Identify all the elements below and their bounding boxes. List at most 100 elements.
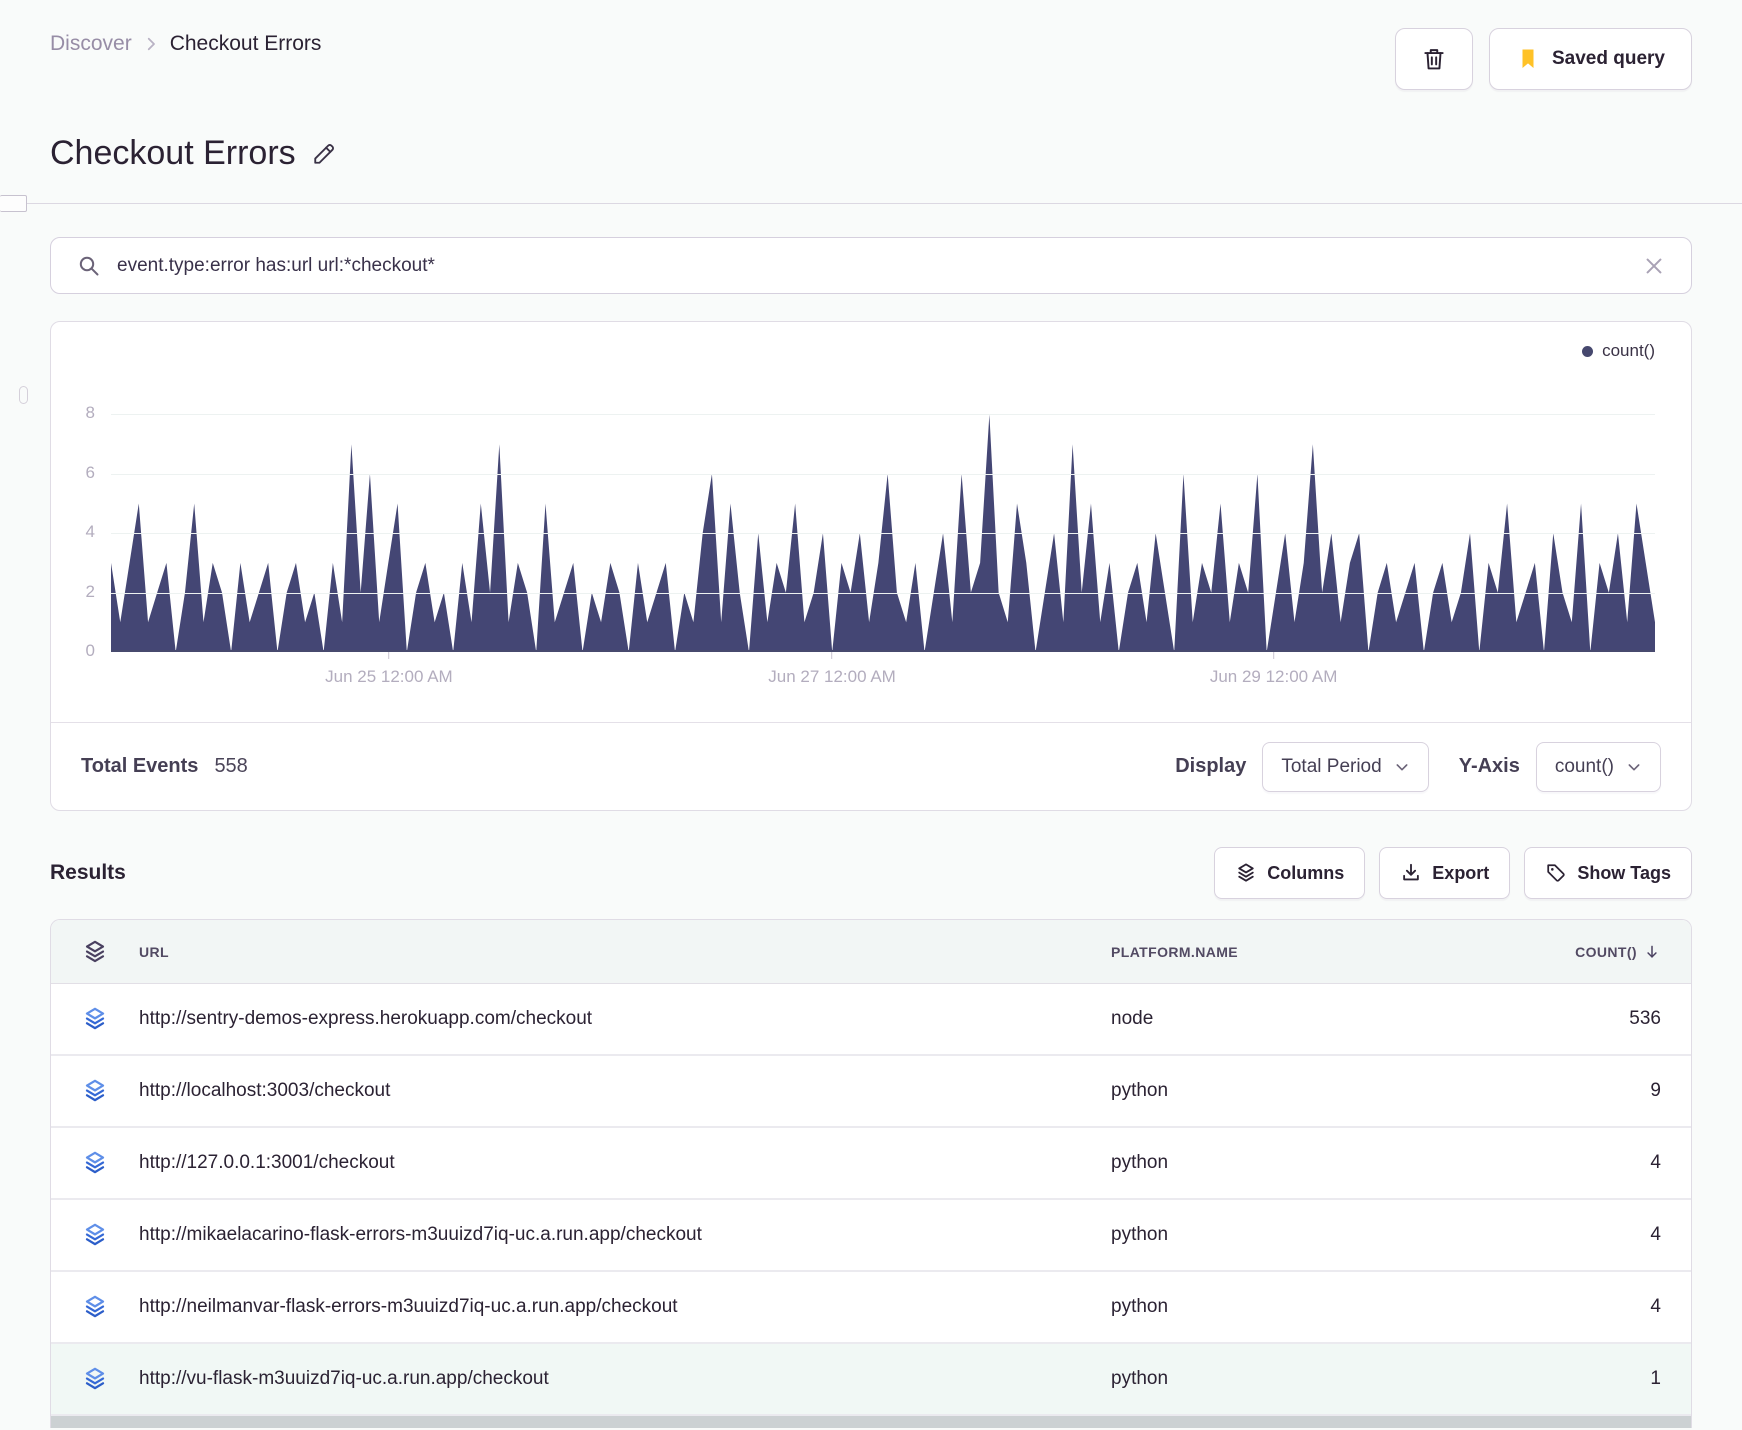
y-axis-tick-label: 8 bbox=[85, 403, 95, 423]
column-header-platform[interactable]: PLATFORM.NAME bbox=[1111, 944, 1471, 960]
saved-query-label: Saved query bbox=[1552, 48, 1665, 69]
legend-label: count() bbox=[1602, 341, 1655, 360]
x-axis-tick: Jun 29 12:00 AM bbox=[1209, 652, 1338, 687]
show-tags-button-label: Show Tags bbox=[1577, 862, 1671, 883]
total-events-value: 558 bbox=[214, 755, 248, 777]
chevron-right-icon bbox=[142, 35, 160, 53]
table-bottom-cutoff-band bbox=[51, 1416, 1691, 1428]
cell-count: 536 bbox=[1629, 1008, 1661, 1029]
search-input[interactable]: event.type:error has:url url:*checkout* bbox=[117, 255, 1627, 277]
cell-count: 4 bbox=[1650, 1296, 1661, 1317]
x-axis-tick-label: Jun 25 12:00 AM bbox=[325, 667, 453, 686]
column-header-count[interactable]: COUNT() bbox=[1575, 943, 1691, 961]
stack-icon bbox=[82, 939, 108, 965]
y-axis-dropdown[interactable]: count() bbox=[1535, 741, 1661, 792]
results-table: URL PLATFORM.NAME COUNT() http://sentry-… bbox=[50, 919, 1692, 1428]
gridline bbox=[111, 473, 1655, 475]
page-header: Discover Checkout Errors Saved query bbox=[50, 0, 1692, 90]
cell-url: http://mikaelacarino-flask-errors-m3uuiz… bbox=[139, 1224, 702, 1245]
table-row: http://mikaelacarino-flask-errors-m3uuiz… bbox=[51, 1200, 1691, 1272]
pencil-icon bbox=[310, 140, 338, 168]
columns-button-label: Columns bbox=[1267, 862, 1345, 883]
event-stack-icon[interactable] bbox=[82, 1078, 108, 1104]
chevron-down-icon bbox=[1626, 759, 1642, 775]
results-heading: Results bbox=[50, 861, 126, 884]
gridline bbox=[111, 592, 1655, 594]
area-series bbox=[111, 414, 1655, 652]
cell-platform: python bbox=[1111, 1296, 1169, 1317]
column-header-url[interactable]: URL bbox=[139, 944, 1111, 960]
cell-count: 9 bbox=[1650, 1080, 1661, 1101]
export-button-label: Export bbox=[1432, 862, 1490, 883]
table-row: http://127.0.0.1:3001/checkout python 4 bbox=[51, 1128, 1691, 1200]
table-body: http://sentry-demos-express.herokuapp.co… bbox=[51, 984, 1691, 1416]
sort-descending-icon bbox=[1643, 943, 1661, 961]
cell-platform: python bbox=[1111, 1152, 1169, 1173]
search-bar: event.type:error has:url url:*checkout* bbox=[50, 237, 1692, 294]
x-axis-labels: Jun 25 12:00 AM Jun 27 12:00 AM Jun 29 12:… bbox=[111, 652, 1655, 704]
cell-url: http://vu-flask-m3uuizd7iq-uc.a.run.app/… bbox=[139, 1368, 549, 1389]
event-stack-icon[interactable] bbox=[82, 1006, 108, 1032]
tick-mark bbox=[388, 652, 390, 659]
delete-query-button[interactable] bbox=[1395, 28, 1473, 90]
table-row: http://localhost:3003/checkout python 9 bbox=[51, 1056, 1691, 1128]
cell-url: http://127.0.0.1:3001/checkout bbox=[139, 1152, 395, 1173]
bookmark-icon bbox=[1516, 47, 1540, 71]
edit-title-button[interactable] bbox=[310, 140, 338, 168]
gridline bbox=[111, 533, 1655, 535]
events-chart: 0 2 4 6 8 bbox=[86, 364, 1655, 660]
breadcrumb-current: Checkout Errors bbox=[169, 32, 322, 55]
display-label: Display bbox=[1175, 755, 1247, 777]
stack-icon bbox=[1235, 862, 1257, 884]
chart-panel: count() 0 2 4 6 8 Jun 25 12:00 AM Jun 27 12:0… bbox=[50, 321, 1692, 811]
y-axis-tick-label: 0 bbox=[85, 641, 95, 660]
display-dropdown[interactable]: Total Period bbox=[1262, 741, 1429, 792]
event-stack-icon[interactable] bbox=[82, 1222, 108, 1248]
clear-search-icon[interactable] bbox=[1643, 255, 1665, 277]
breadcrumb-discover[interactable]: Discover bbox=[50, 32, 132, 56]
table-row: http://vu-flask-m3uuizd7iq-uc.a.run.app/… bbox=[51, 1344, 1691, 1416]
event-stack-icon[interactable] bbox=[82, 1150, 108, 1176]
cell-platform: node bbox=[1111, 1008, 1154, 1029]
table-header-row: URL PLATFORM.NAME COUNT() bbox=[51, 920, 1691, 984]
cell-url: http://localhost:3003/checkout bbox=[139, 1080, 391, 1101]
legend-item-count[interactable]: count() bbox=[1582, 338, 1655, 364]
cell-platform: python bbox=[1111, 1080, 1169, 1101]
x-axis-tick: Jun 25 12:00 AM bbox=[325, 652, 453, 687]
saved-query-button[interactable]: Saved query bbox=[1489, 28, 1692, 90]
chart-footer: Total Events 558 Display Total Period Y-… bbox=[51, 722, 1691, 810]
columns-button[interactable]: Columns bbox=[1214, 847, 1366, 899]
cell-count: 1 bbox=[1650, 1368, 1661, 1389]
search-icon bbox=[77, 254, 101, 278]
table-row: http://sentry-demos-express.herokuapp.co… bbox=[51, 984, 1691, 1056]
display-dropdown-value: Total Period bbox=[1281, 755, 1382, 777]
tick-mark bbox=[831, 652, 833, 659]
download-icon bbox=[1400, 862, 1422, 884]
total-events-label: Total Events bbox=[81, 755, 199, 777]
cell-count: 4 bbox=[1650, 1224, 1661, 1245]
breadcrumb: Discover Checkout Errors bbox=[50, 28, 321, 56]
x-axis-tick-label: Jun 27 12:00 AM bbox=[768, 667, 896, 686]
cell-count: 4 bbox=[1650, 1152, 1661, 1173]
cell-url: http://neilmanvar-flask-errors-m3uuizd7i… bbox=[139, 1296, 678, 1317]
chevron-down-icon bbox=[1394, 759, 1410, 775]
y-axis-dropdown-value: count() bbox=[1554, 755, 1614, 777]
event-stack-icon[interactable] bbox=[82, 1294, 108, 1320]
y-axis: 0 2 4 6 8 bbox=[51, 364, 95, 660]
page-title: Checkout Errors bbox=[50, 134, 296, 172]
x-axis-tick: Jun 27 12:00 AM bbox=[768, 652, 896, 687]
cell-platform: python bbox=[1111, 1368, 1169, 1389]
column-header-count-label: COUNT() bbox=[1575, 943, 1637, 960]
show-tags-button[interactable]: Show Tags bbox=[1524, 847, 1692, 899]
y-axis-tick-label: 6 bbox=[85, 462, 95, 482]
legend-dot bbox=[1582, 345, 1594, 357]
table-row: http://neilmanvar-flask-errors-m3uuizd7i… bbox=[51, 1272, 1691, 1344]
tick-mark bbox=[1273, 652, 1275, 659]
x-axis-tick-label: Jun 29 12:00 AM bbox=[1209, 667, 1338, 686]
event-stack-icon[interactable] bbox=[82, 1366, 108, 1392]
export-button[interactable]: Export bbox=[1379, 847, 1511, 899]
cell-url: http://sentry-demos-express.herokuapp.co… bbox=[139, 1008, 593, 1029]
y-axis-label: Y-Axis bbox=[1458, 755, 1520, 777]
y-axis-tick-label: 4 bbox=[85, 522, 95, 542]
cell-platform: python bbox=[1111, 1224, 1169, 1245]
